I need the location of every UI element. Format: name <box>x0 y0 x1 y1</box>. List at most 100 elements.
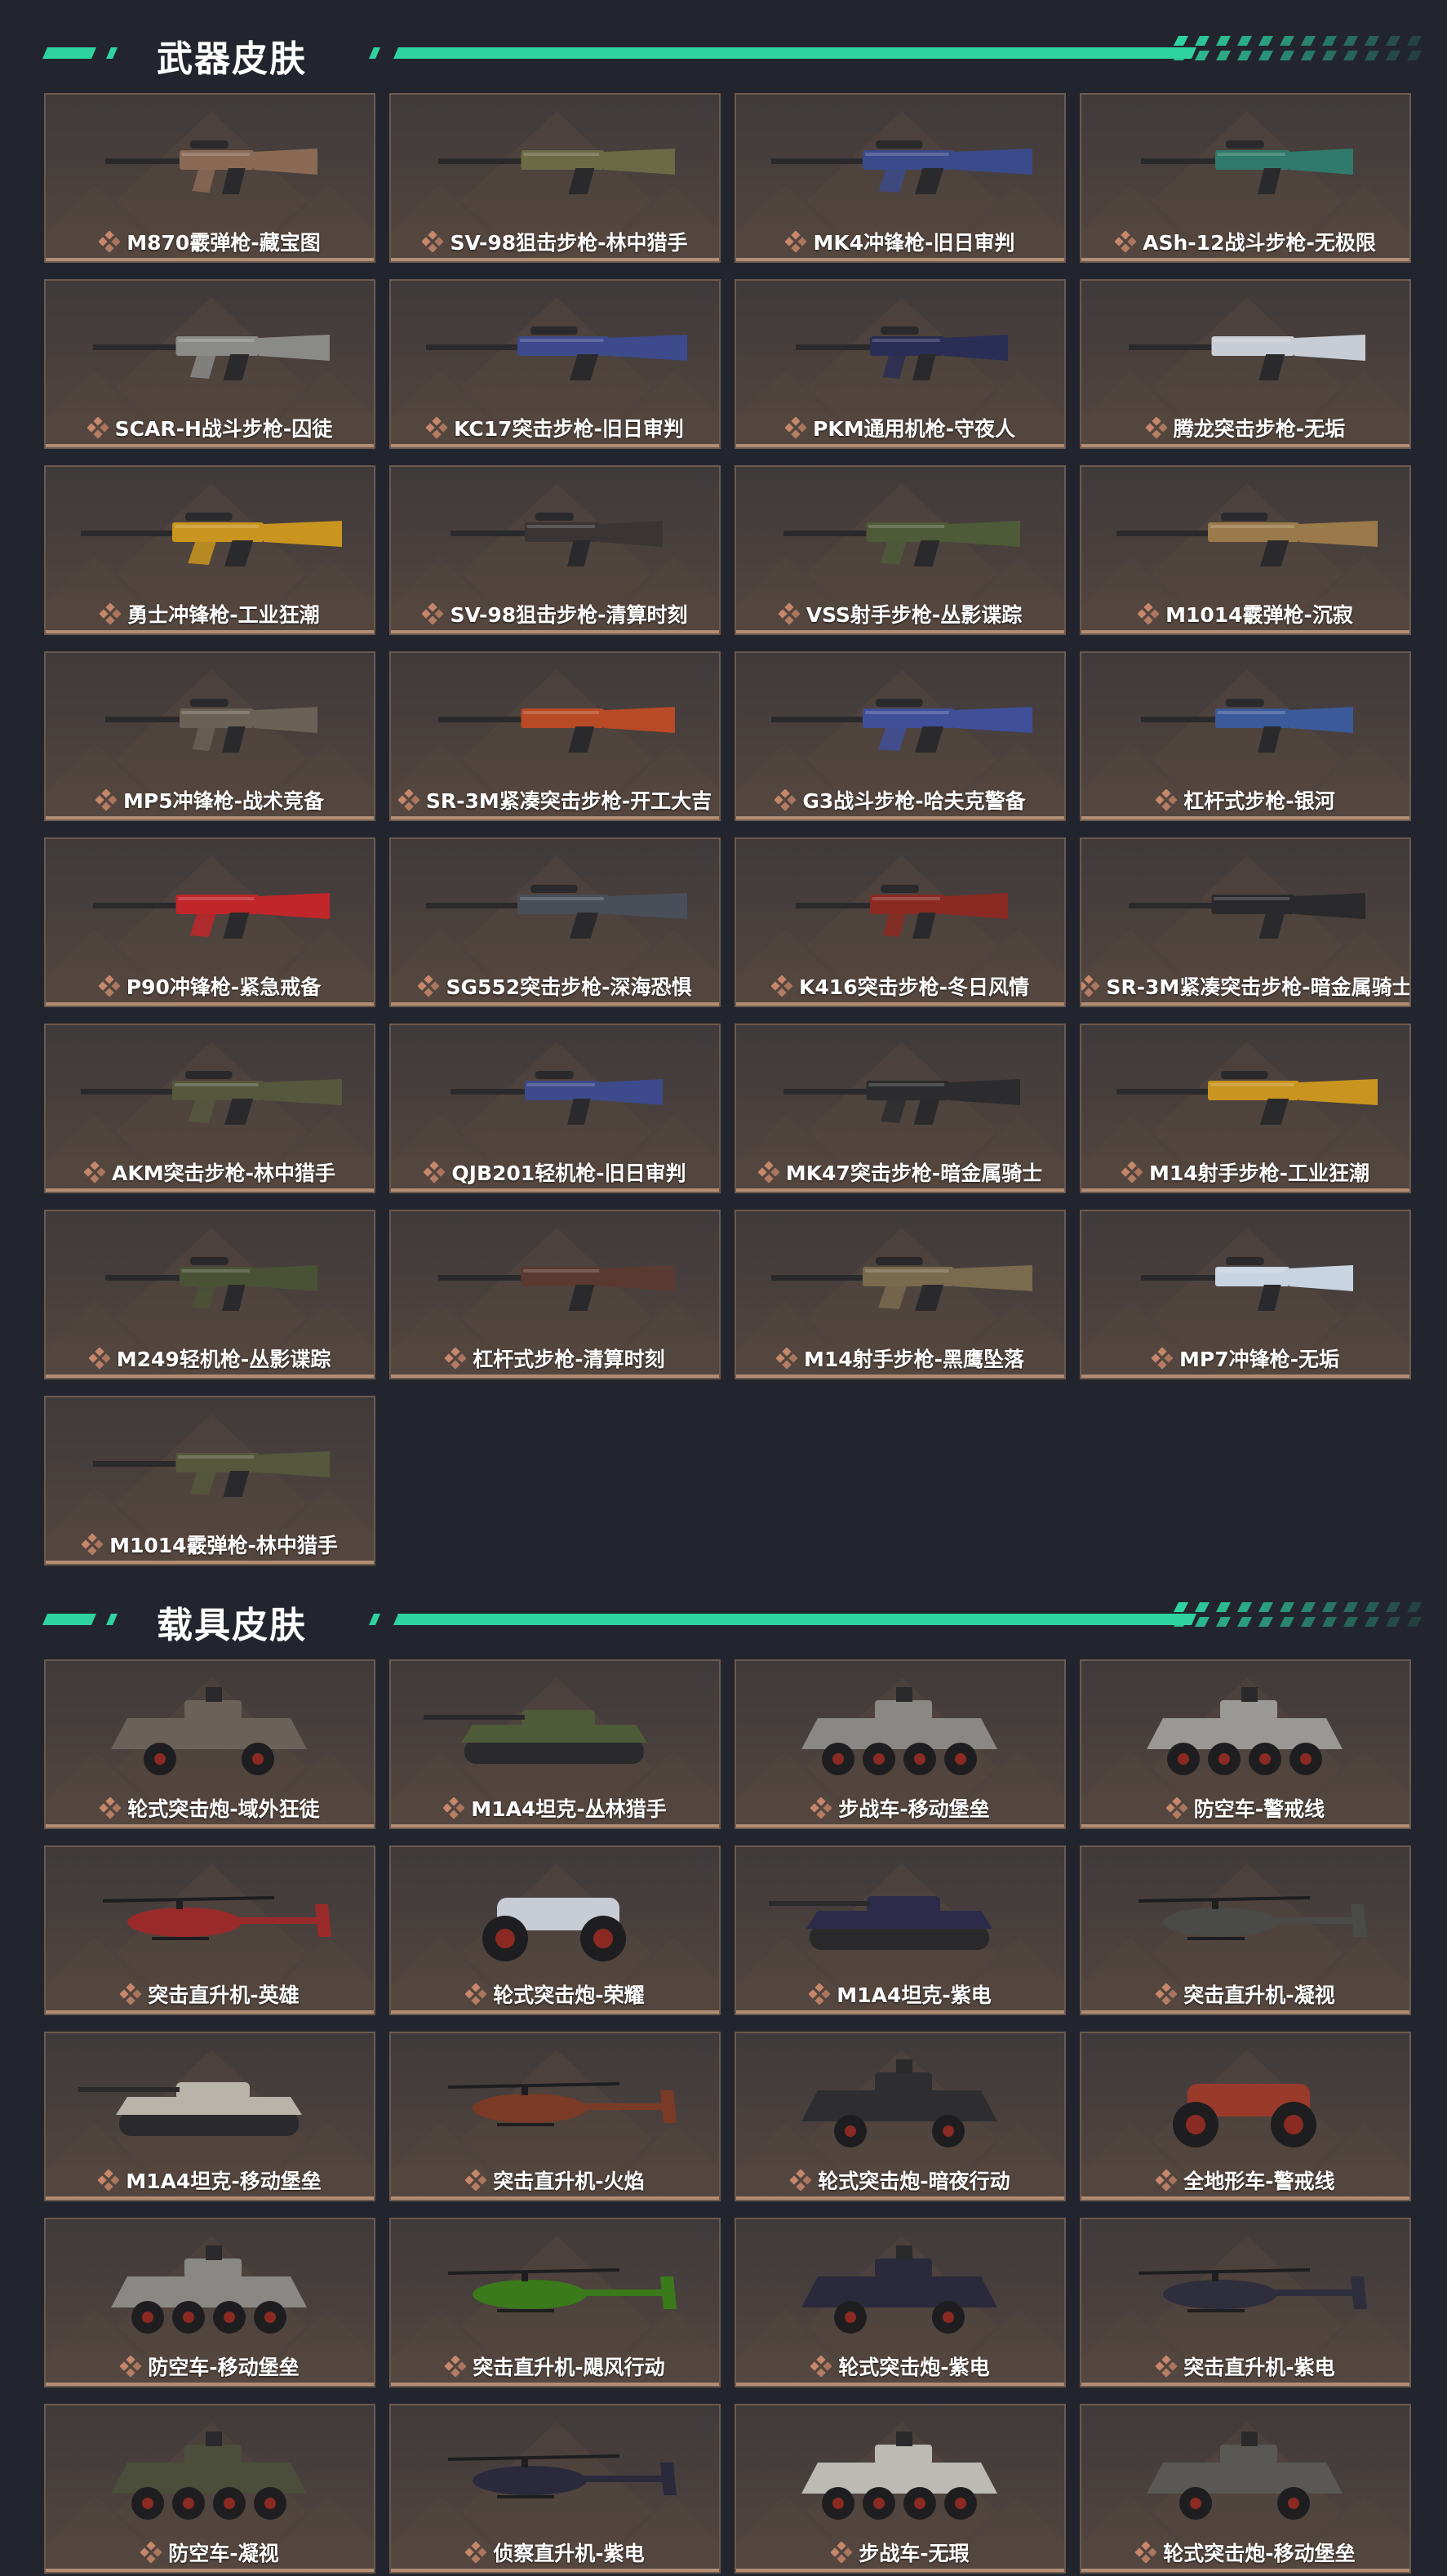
weapon-skin-grid: M870霰弹枪-藏宝图 SV-98狙击步枪-林中猎手 MK4冲锋枪-旧日审判 ASh-… <box>44 93 1412 1566</box>
tank-icon <box>46 2033 374 2170</box>
weapon-skin-card[interactable]: 杠杆式步枪-清算时刻 <box>389 1210 721 1379</box>
vehicle-skin-card[interactable]: 轮式突击炮-紫电 <box>735 2218 1066 2387</box>
vehicle-skin-card[interactable]: 突击直升机-飓风行动 <box>389 2218 721 2387</box>
skin-name: 侦察直升机-紫电 <box>493 2542 645 2565</box>
weapon-skin-card[interactable]: PKM通用机枪-守夜人 <box>735 279 1066 449</box>
skin-label: SR-3M紧凑突击步枪-开工大吉 <box>391 787 719 813</box>
diamond-icon <box>1155 1983 1178 2005</box>
light-machine-gun-icon <box>46 1211 374 1348</box>
vehicle-skin-card[interactable]: M1A4坦克-移动堡垒 <box>44 2032 375 2201</box>
skin-label: MK47突击步枪-暗金属骑士 <box>736 1159 1064 1185</box>
weapon-skin-card[interactable]: SG552突击步枪-深海恐惧 <box>389 837 721 1007</box>
vehicle-skin-card[interactable]: 突击直升机-火焰 <box>389 2032 721 2201</box>
skin-label: 突击直升机-英雄 <box>46 1981 374 2007</box>
weapon-skin-card[interactable]: M870霰弹枪-藏宝图 <box>44 93 375 263</box>
weapon-skin-card[interactable]: SR-3M紧凑突击步枪-开工大吉 <box>389 651 721 821</box>
diamond-icon <box>444 1347 467 1370</box>
smg-icon <box>46 839 374 976</box>
buggy-icon <box>391 1847 719 1984</box>
weapon-skin-card[interactable]: KC17突击步枪-旧日审判 <box>389 279 721 449</box>
vehicle-skin-card[interactable]: 侦察直升机-紫电 <box>389 2404 721 2574</box>
vehicle-skin-card[interactable]: 防空车-凝视 <box>44 2404 375 2574</box>
skin-name: 突击直升机-紫电 <box>1183 2356 1335 2379</box>
skin-name: 防空车-警戒线 <box>1193 1797 1325 1821</box>
skin-name: 轮式突击炮-荣耀 <box>493 1983 645 2007</box>
vehicle-skin-card[interactable]: 防空车-移动堡垒 <box>44 2218 375 2387</box>
skin-label: AKM突击步枪-林中猎手 <box>46 1159 374 1185</box>
weapon-skin-card[interactable]: MK4冲锋枪-旧日审判 <box>735 93 1066 263</box>
armored-car-icon <box>46 1661 374 1798</box>
ifv-icon <box>736 1661 1064 1798</box>
battle-rifle-icon <box>736 653 1064 790</box>
skin-name: MK4冲锋枪-旧日审判 <box>813 231 1015 255</box>
skin-name: G3战斗步枪-哈夫克警备 <box>802 789 1026 813</box>
vehicle-skin-card[interactable]: 轮式突击炮-荣耀 <box>389 1845 721 2015</box>
vehicle-skin-card[interactable]: M1A4坦克-丛林猎手 <box>389 1659 721 1829</box>
weapon-skin-card[interactable]: M1014霰弹枪-林中猎手 <box>44 1396 375 1566</box>
skin-name: 轮式突击炮-域外狂徒 <box>127 1797 320 1821</box>
skin-label: ASh-12战斗步枪-无极限 <box>1081 229 1409 255</box>
diamond-icon <box>1155 2169 1178 2192</box>
tank-icon <box>391 1661 719 1798</box>
diamond-icon <box>95 788 118 811</box>
weapon-skin-card[interactable]: SCAR-H战斗步枪-囚徒 <box>44 279 375 449</box>
weapon-skin-card[interactable]: AKM突击步枪-林中猎手 <box>44 1024 375 1193</box>
skin-label: 突击直升机-火焰 <box>391 2167 719 2193</box>
weapon-skin-card[interactable]: K416突击步枪-冬日风情 <box>735 837 1066 1007</box>
diamond-icon <box>1165 1797 1188 1819</box>
diamond-icon <box>778 602 801 625</box>
weapon-skin-card[interactable]: 勇士冲锋枪-工业狂潮 <box>44 465 375 635</box>
weapon-skin-card[interactable]: QJB201轻机枪-旧日审判 <box>389 1024 721 1193</box>
vehicle-skin-card[interactable]: 步战车-无瑕 <box>735 2404 1066 2574</box>
vehicle-skin-card[interactable]: 突击直升机-紫电 <box>1080 2218 1411 2387</box>
vehicle-skin-card[interactable]: 防空车-警戒线 <box>1080 1659 1411 1829</box>
weapon-skin-card[interactable]: SV-98狙击步枪-清算时刻 <box>389 465 721 635</box>
vehicle-skin-card[interactable]: 步战车-移动堡垒 <box>735 1659 1066 1829</box>
diamond-icon <box>1155 788 1178 811</box>
armored-car-icon <box>736 2219 1064 2356</box>
diamond-icon <box>1145 416 1168 439</box>
skin-name: SR-3M紧凑突击步枪-开工大吉 <box>425 789 712 813</box>
weapon-skin-card[interactable]: G3战斗步枪-哈夫克警备 <box>735 651 1066 821</box>
weapon-skin-card[interactable]: M1014霰弹枪-沉寂 <box>1080 465 1411 635</box>
weapon-skin-card[interactable]: P90冲锋枪-紧急戒备 <box>44 837 375 1007</box>
weapon-skin-card[interactable]: SV-98狙击步枪-林中猎手 <box>389 93 721 263</box>
weapon-skin-card[interactable]: MP5冲锋枪-战术竞备 <box>44 651 375 821</box>
skin-name: M1A4坦克-丛林猎手 <box>471 1797 667 1821</box>
diamond-icon <box>417 975 441 997</box>
vehicle-skin-card[interactable]: 全地形车-警戒线 <box>1080 2032 1411 2201</box>
skin-label: 腾龙突击步枪-无垢 <box>1081 415 1409 441</box>
skin-name: 轮式突击炮-移动堡垒 <box>1163 2542 1356 2565</box>
skin-label: 侦察直升机-紫电 <box>391 2539 719 2565</box>
weapon-skin-card[interactable]: SR-3M紧凑突击步枪-暗金属骑士 <box>1080 837 1411 1007</box>
weapon-skin-card[interactable]: MK47突击步枪-暗金属骑士 <box>735 1024 1066 1193</box>
ifv-icon <box>46 2219 374 2356</box>
tank-icon <box>736 1847 1064 1984</box>
skin-label: 步战车-无瑕 <box>736 2539 1064 2565</box>
vehicle-skin-card[interactable]: 轮式突击炮-域外狂徒 <box>44 1659 375 1829</box>
weapon-skin-card[interactable]: VSS射手步枪-丛影谍踪 <box>735 465 1066 635</box>
vehicle-skin-card[interactable]: M1A4坦克-紫电 <box>735 1845 1066 2015</box>
skin-name: 腾龙突击步枪-无垢 <box>1173 417 1346 441</box>
vehicle-skin-card[interactable]: 突击直升机-凝视 <box>1080 1845 1411 2015</box>
weapon-skin-card[interactable]: ASh-12战斗步枪-无极限 <box>1080 93 1411 263</box>
section-title: 武器皮肤 <box>157 38 307 80</box>
weapon-skin-card[interactable]: MP7冲锋枪-无垢 <box>1080 1210 1411 1379</box>
vehicle-skin-card[interactable]: 轮式突击炮-暗夜行动 <box>735 2032 1066 2201</box>
vehicle-skin-card[interactable]: 突击直升机-英雄 <box>44 1845 375 2015</box>
diamond-icon <box>81 1533 104 1556</box>
skin-name: 防空车-凝视 <box>168 2542 279 2565</box>
weapon-skin-card[interactable]: M249轻机枪-丛影谍踪 <box>44 1210 375 1379</box>
weapon-skin-card[interactable]: M14射手步枪-黑鹰坠落 <box>735 1210 1066 1379</box>
helicopter-icon <box>1081 1847 1409 1984</box>
skin-label: M1014霰弹枪-沉寂 <box>1081 601 1409 627</box>
skin-label: 勇士冲锋枪-工业狂潮 <box>46 601 374 627</box>
machine-gun-icon <box>736 281 1064 418</box>
skin-name: PKM通用机枪-守夜人 <box>813 417 1015 441</box>
weapon-skin-card[interactable]: 腾龙突击步枪-无垢 <box>1080 279 1411 449</box>
vehicle-skin-card[interactable]: 轮式突击炮-移动堡垒 <box>1080 2404 1411 2574</box>
skin-label: SR-3M紧凑突击步枪-暗金属骑士 <box>1081 973 1409 999</box>
skin-label: K416突击步枪-冬日风情 <box>736 973 1064 999</box>
weapon-skin-card[interactable]: M14射手步枪-工业狂潮 <box>1080 1024 1411 1193</box>
weapon-skin-card[interactable]: 杠杆式步枪-银河 <box>1080 651 1411 821</box>
